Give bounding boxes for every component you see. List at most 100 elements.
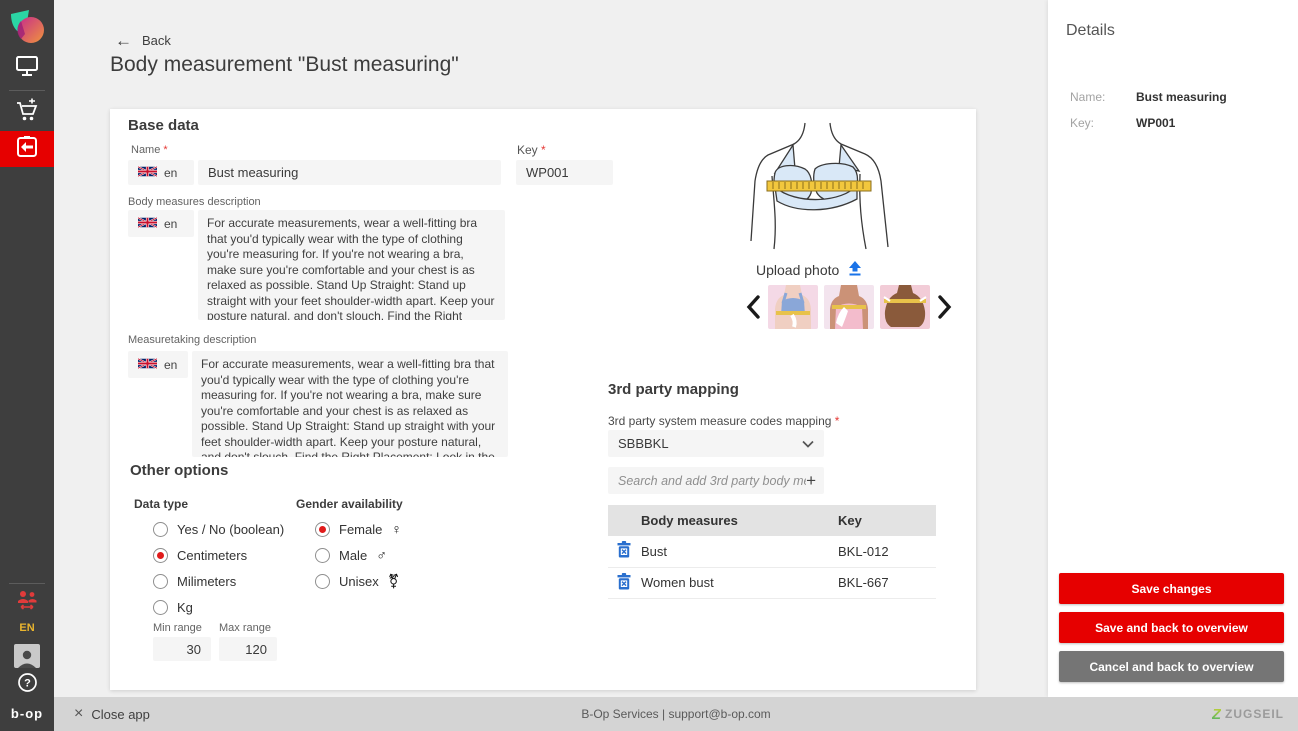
app-logo-icon[interactable] [7,8,47,50]
key-label: Key * [517,143,546,157]
details-name-value: Bust measuring [1136,90,1227,104]
uk-flag-icon [138,358,157,372]
body-measures-table: Body measures Key Bust BKL-012 [608,505,936,599]
body-desc-label: Body measures description [128,196,261,208]
name-input[interactable] [198,160,501,185]
codes-mapping-select[interactable]: SBBBKL [608,430,824,457]
carousel-next-button[interactable] [936,292,954,322]
zugseil-logo-icon: Z [1212,706,1221,723]
clipboard-return-icon [14,134,40,165]
gender-radio-group: Female♀ Male♂ Unisex⚧ [315,516,402,594]
photo-thumbnail-2[interactable] [824,285,874,329]
svg-text:?: ? [24,678,31,690]
data-type-label: Data type [134,497,188,511]
details-name-label: Name: [1070,90,1136,104]
users-switch-icon [15,590,39,615]
measure-key-cell: BKL-667 [838,567,936,598]
sidebar-divider [9,583,45,584]
min-range-input[interactable] [153,637,211,661]
lang-code: en [164,358,177,372]
search-measures-input[interactable] [618,474,806,488]
delete-measure-icon[interactable] [616,541,634,561]
radio-male[interactable]: Male♂ [315,542,402,568]
radio-icon [153,574,168,589]
details-key-label: Key: [1070,116,1136,130]
radio-yes-no[interactable]: Yes / No (boolean) [153,516,284,542]
measure-desc-textarea[interactable]: For accurate measurements, wear a well-f… [192,351,508,457]
col-body-measures: Body measures [634,505,838,536]
carousel-prev-button[interactable] [744,292,762,322]
radio-kg[interactable]: Kg [153,594,284,620]
photo-thumbnail-3[interactable] [880,285,930,329]
radio-icon-checked [315,522,330,537]
measure-key-cell: BKL-012 [838,536,936,567]
measure-name-cell: Women bust [634,567,838,598]
upload-label: Upload photo [756,262,839,278]
chevron-down-icon [802,436,814,451]
male-icon: ♂ [376,547,387,563]
back-arrow-icon: ← [115,32,132,49]
language-selector[interactable]: EN [19,622,34,634]
min-range-label: Min range [153,622,202,634]
sidebar-item-displays[interactable] [0,50,54,86]
radio-icon [153,600,168,615]
zugseil-brand-text: ZUGSEIL [1225,707,1284,721]
radio-icon [315,548,330,563]
radio-centimeters[interactable]: Centimeters [153,542,284,568]
radio-milimeters[interactable]: Milimeters [153,568,284,594]
upload-photo-button[interactable]: Upload photo [756,261,863,279]
details-title: Details [1066,22,1298,40]
body-desc-language-chip[interactable]: en [128,210,194,237]
select-value: SBBBKL [618,436,669,451]
radio-unisex[interactable]: Unisex⚧ [315,568,402,594]
radio-icon [153,522,168,537]
footer-support-text: B-Op Services | support@b-op.com [54,707,1298,721]
details-key-row: Key: WP001 [1070,116,1298,130]
radio-icon-checked [153,548,168,563]
sidebar-divider [9,90,45,91]
save-changes-button[interactable]: Save changes [1059,573,1284,604]
user-avatar[interactable] [14,644,40,668]
details-name-row: Name: Bust measuring [1070,90,1298,104]
col-key: Key [838,505,936,536]
radio-female[interactable]: Female♀ [315,516,402,542]
measurement-illustration [735,121,905,255]
delete-measure-icon[interactable] [616,573,634,593]
photo-thumbnail-1[interactable] [768,285,818,329]
max-range-label: Max range [219,622,271,634]
measure-desc-language-chip[interactable]: en [128,351,188,378]
cart-add-icon [14,98,40,129]
sidebar-item-measurements-active[interactable] [0,131,54,167]
cancel-back-button[interactable]: Cancel and back to overview [1059,651,1284,682]
lang-code: en [164,217,177,231]
name-language-chip[interactable]: en [128,160,194,185]
codes-mapping-label: 3rd party system measure codes mapping * [608,414,839,428]
measure-name-cell: Bust [634,536,838,567]
back-button[interactable]: ← Back [115,32,171,49]
body-desc-textarea[interactable]: For accurate measurements, wear a well-f… [198,210,505,320]
max-range-input[interactable] [219,637,277,661]
gender-label: Gender availability [296,497,403,511]
section-title-3rd-party: 3rd party mapping [608,381,739,398]
app-window: EN ? b-op ← Back Body measurement "Bust … [0,0,1298,731]
monitor-icon [15,55,39,82]
sidebar-item-user-switch[interactable] [0,588,54,616]
uk-flag-icon [138,217,157,231]
section-title-base-data: Base data [128,117,199,134]
data-type-radio-group: Yes / No (boolean) Centimeters Milimeter… [153,516,284,620]
add-icon[interactable]: + [806,472,816,489]
sidebar-item-shop[interactable] [0,95,54,131]
table-row: Bust BKL-012 [608,536,936,567]
edit-form-card: Base data Name * en Key * Body measures … [110,109,976,690]
details-key-value: WP001 [1136,116,1175,130]
save-back-button[interactable]: Save and back to overview [1059,612,1284,643]
section-title-other-options: Other options [130,462,228,479]
bop-logo: b-op [11,706,43,721]
photo-carousel [744,285,954,329]
help-button[interactable]: ? [0,672,54,698]
key-input[interactable] [516,160,613,185]
uk-flag-icon [138,166,157,180]
close-app-button[interactable]: × Close app [74,706,150,722]
footer-bar: × Close app B-Op Services | support@b-op… [54,697,1298,731]
close-app-label: Close app [91,707,150,722]
